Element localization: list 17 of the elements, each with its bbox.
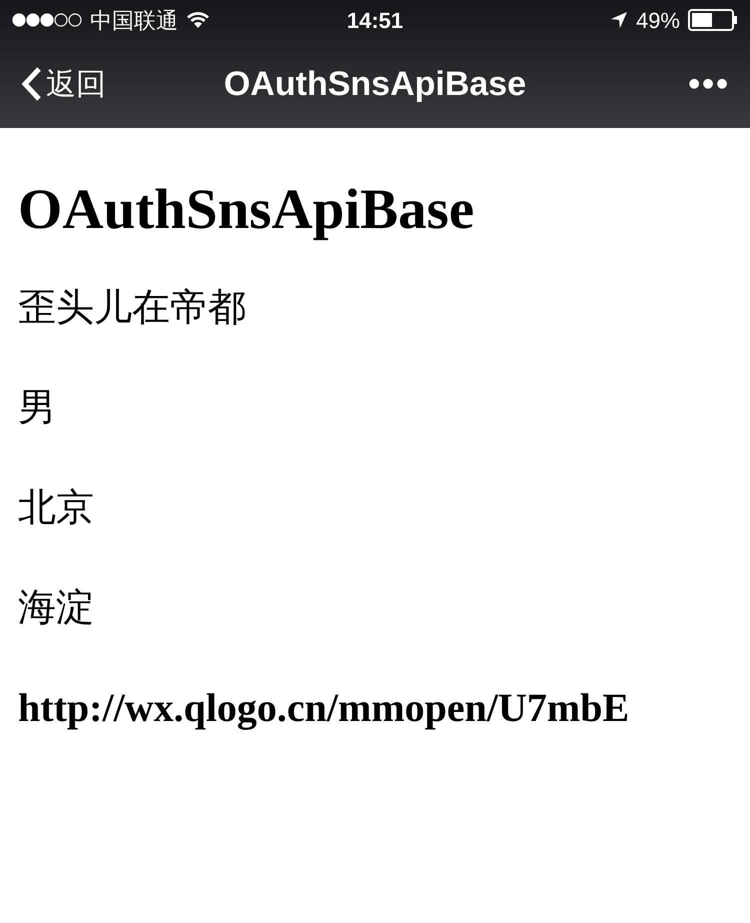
info-line: 海淀 [18,586,95,631]
back-button[interactable]: 返回 [20,62,180,106]
signal-icon [12,13,82,27]
battery-icon [688,9,738,31]
info-line: 北京 [18,486,95,531]
status-time: 14:51 [346,6,404,34]
page-heading: OAuthSnsApiBase [18,178,476,242]
carrier-name: 中国联通 [90,6,178,34]
info-line: 歪头儿在帝都 [18,286,247,331]
battery-percent: 49% [636,6,680,34]
wifi-icon [186,11,210,29]
back-chevron-icon [20,66,42,102]
location-arrow-icon [610,11,628,29]
more-button[interactable]: ••• [570,58,730,110]
nav-title: OAuthSnsApiBase [222,64,528,104]
avatar-url: http://wx.qlogo.cn/mmopen/U7mbE [18,684,630,732]
info-line: 男 [18,386,57,431]
